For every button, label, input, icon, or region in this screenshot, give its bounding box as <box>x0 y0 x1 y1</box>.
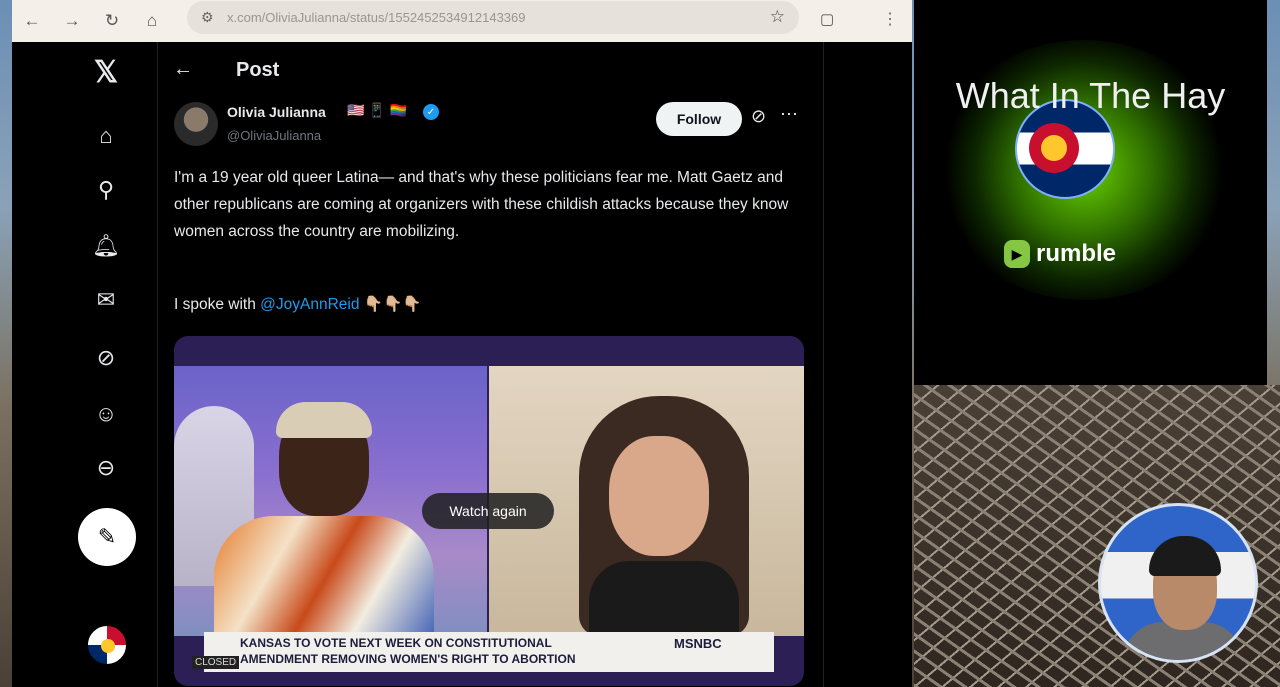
home-icon[interactable]: ⌂ <box>132 0 172 42</box>
video-player[interactable]: Watch again KANSAS TO VOTE NEXT WEEK ON … <box>174 336 804 686</box>
grok-nav-icon[interactable]: ⊘ <box>86 338 126 378</box>
msnbc-logo: MSNBC <box>674 636 722 651</box>
page-title: Post <box>236 59 280 81</box>
author-emojis: 🇺🇸 📱 🏳️‍🌈 <box>347 102 408 118</box>
guest-face <box>609 436 709 556</box>
extensions-icon[interactable]: ▢ <box>820 10 834 28</box>
stream-overlay-panel: What In The Hay ▶ rumble <box>914 0 1267 385</box>
grok-icon[interactable]: ⊘ <box>751 106 766 127</box>
author-avatar[interactable] <box>174 102 218 146</box>
browser-toolbar: ← → ↻ ⌂ ⚙ x.com/OliviaJulianna/status/15… <box>12 0 912 42</box>
tweet-line2: I spoke with @JoyAnnReid 👇🏼👇🏼👇🏼 <box>174 295 422 314</box>
more-options-icon[interactable]: ⋯ <box>780 104 798 125</box>
messages-envelope-icon[interactable]: ✉ <box>86 280 126 320</box>
rumble-wordmark: rumble <box>1036 240 1117 267</box>
x-app: 𝕏 ⌂ ⚲ 🔔︎ ✉ ⊘ ☺ ⊖ ✎ ← Post Olivia Juliann… <box>12 42 912 687</box>
site-info-icon[interactable]: ⚙ <box>201 9 214 26</box>
author-handle[interactable]: @OliviaJulianna <box>227 128 321 143</box>
author-name[interactable]: Olivia Julianna <box>227 104 326 120</box>
watch-again-button[interactable]: Watch again <box>422 493 554 529</box>
rumble-play-icon: ▶ <box>1004 240 1030 268</box>
chyron-line2: AMENDMENT REMOVING WOMEN'S RIGHT TO ABOR… <box>240 652 576 666</box>
screen: ← → ↻ ⌂ ⚙ x.com/OliviaJulianna/status/15… <box>0 0 1280 687</box>
address-bar[interactable]: ⚙ x.com/OliviaJulianna/status/1552452534… <box>187 1 799 34</box>
guest-body <box>589 561 739 641</box>
account-avatar[interactable] <box>86 624 128 666</box>
forward-icon[interactable]: → <box>52 0 92 42</box>
profile-person-icon[interactable]: ☺ <box>86 394 126 434</box>
host-body <box>214 516 434 646</box>
webcam-overlay <box>1098 503 1258 663</box>
x-logo-icon[interactable]: 𝕏 <box>86 52 126 92</box>
tweet-line2-prefix: I spoke with <box>174 296 261 313</box>
search-nav-icon[interactable]: ⚲ <box>86 170 126 210</box>
back-arrow-icon[interactable]: ← <box>173 58 193 81</box>
x-sidebar: 𝕏 ⌂ ⚲ 🔔︎ ✉ ⊘ ☺ ⊖ ✎ <box>12 42 158 687</box>
feather-icon: ✎ <box>97 524 117 549</box>
back-icon[interactable]: ← <box>12 0 52 42</box>
channel-title: What In The Hay <box>955 75 1226 116</box>
tweet-text: I'm a 19 year old queer Latina— and that… <box>174 169 789 240</box>
bookmark-star-icon[interactable]: ☆ <box>770 7 785 27</box>
home-nav-icon[interactable]: ⌂ <box>86 116 126 156</box>
guest-figure <box>579 396 749 641</box>
webcam-person-hat <box>1149 536 1221 576</box>
reload-icon[interactable]: ↻ <box>92 0 132 42</box>
host-hair <box>276 402 372 438</box>
pointing-down-emojis: 👇🏼👇🏼👇🏼 <box>359 296 422 313</box>
host-figure <box>214 402 434 646</box>
browser-menu-icon[interactable]: ⋮ <box>882 9 898 29</box>
mention-link[interactable]: @JoyAnnReid <box>260 296 359 313</box>
rumble-logo: ▶ rumble <box>1004 240 1116 268</box>
post-column: ← Post Olivia Julianna 🇺🇸 📱 🏳️‍🌈 ✓ @Oliv… <box>159 42 824 687</box>
verified-badge-icon: ✓ <box>423 104 439 120</box>
compose-post-button[interactable]: ✎ <box>78 508 136 566</box>
follow-button[interactable]: Follow <box>656 102 742 136</box>
closed-caption-bug: CLOSED <box>192 656 240 669</box>
more-circle-icon[interactable]: ⊖ <box>86 448 126 488</box>
url-text: x.com/OliviaJulianna/status/155245253491… <box>227 10 526 25</box>
notifications-bell-icon[interactable]: 🔔︎ <box>86 226 126 266</box>
